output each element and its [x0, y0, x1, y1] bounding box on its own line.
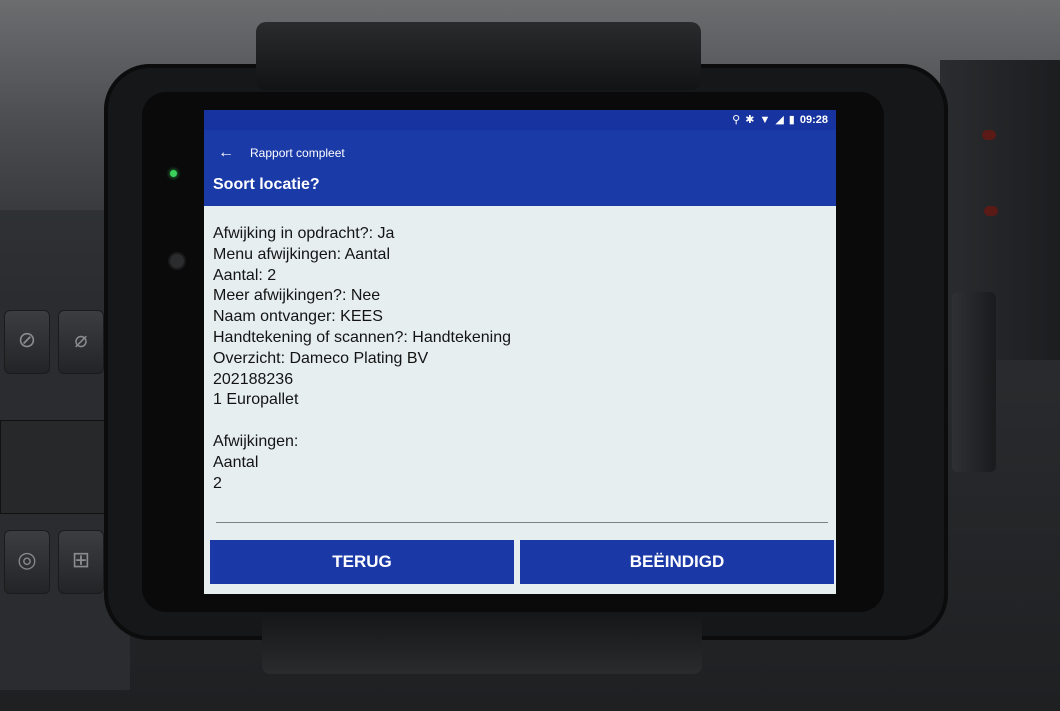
- dashboard-scene: ⊘ ⌀ ◎ ⊞ ⚲ ✱ ▼ ◢ ▮ 09:28 ← Rapport comple…: [0, 0, 1060, 711]
- dashboard-button: ◎: [4, 530, 50, 594]
- holder-side-clip: [0, 420, 120, 514]
- status-icons: ⚲ ✱ ▼ ◢ ▮ 09:28: [732, 113, 828, 127]
- status-time: 09:28: [799, 113, 828, 126]
- back-button[interactable]: TERUG: [210, 540, 514, 584]
- summary-line: Meer afwijkingen?: Nee: [213, 287, 381, 305]
- summary-line: 1 Europallet: [213, 391, 299, 409]
- dashboard-button: ⌀: [58, 310, 104, 374]
- power-led: [170, 170, 177, 177]
- dashboard-red-indicator: [984, 206, 998, 216]
- app-bar: ← Rapport compleet Soort locatie?: [204, 130, 836, 206]
- summary-line: Handtekening of scannen?: Handtekening: [213, 328, 511, 346]
- front-camera: [168, 252, 186, 270]
- summary-line: Naam ontvanger: KEES: [213, 308, 383, 326]
- summary-line: Aantal: [213, 453, 259, 471]
- dashboard-symbol-icon: ⌀: [74, 327, 88, 352]
- content-divider: [216, 522, 828, 523]
- summary-line: Afwijkingen:: [213, 432, 299, 450]
- page-heading: Soort locatie?: [213, 176, 320, 193]
- summary-line: 202188236: [213, 370, 294, 388]
- report-content: Afwijking in opdracht?: Ja Menu afwijkin…: [204, 206, 836, 528]
- dashboard-symbol-icon: ⊞: [71, 547, 91, 572]
- status-bar: ⚲ ✱ ▼ ◢ ▮ 09:28: [204, 110, 836, 130]
- battery-icon: ▮: [788, 114, 795, 126]
- dashboard-symbol-icon: ⊘: [17, 327, 37, 352]
- summary-line: Menu afwijkingen: Aantal: [213, 245, 390, 263]
- dashboard-red-indicator: [982, 130, 996, 140]
- dashboard-button: ⊘: [4, 310, 50, 374]
- dashboard-symbol-icon: ◎: [17, 547, 37, 572]
- back-arrow-icon[interactable]: ←: [218, 144, 234, 162]
- dashboard-button: ⊞: [58, 530, 104, 594]
- bluetooth-icon: ✱: [745, 114, 755, 126]
- report-summary: Afwijking in opdracht?: Ja Menu afwijkin…: [213, 224, 813, 494]
- holder-clamp-top: [256, 22, 701, 90]
- summary-line: Aantal: 2: [213, 266, 277, 284]
- button-bar: TERUG BEËINDIGD: [204, 528, 836, 594]
- summary-line: Overzicht: Dameco Plating BV: [213, 349, 429, 367]
- holder-clamp-bottom: [262, 612, 702, 674]
- wifi-icon: ▼: [759, 113, 771, 126]
- tablet-screen: ⚲ ✱ ▼ ◢ ▮ 09:28 ← Rapport compleet Soort…: [204, 110, 836, 594]
- summary-line: 2: [213, 474, 222, 492]
- app-bar-title: Rapport compleet: [250, 146, 345, 160]
- summary-line: Afwijking in opdracht?: Ja: [213, 225, 395, 242]
- holder-side-clip: [952, 292, 996, 472]
- summary-line-blank: [213, 411, 813, 432]
- location-icon: ⚲: [732, 114, 741, 126]
- finish-button[interactable]: BEËINDIGD: [520, 540, 834, 584]
- signal-icon: ◢: [775, 114, 784, 126]
